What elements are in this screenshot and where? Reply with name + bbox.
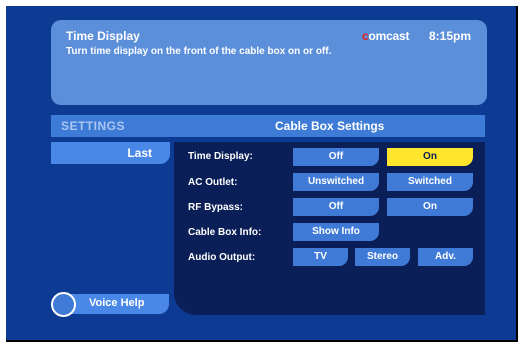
audio-tv-button[interactable]: TV (293, 248, 348, 266)
audio-adv-button[interactable]: Adv. (418, 248, 473, 266)
info-title: Time Display (66, 29, 140, 43)
ac-outlet-unswitched-button[interactable]: Unswitched (293, 173, 379, 191)
voice-help-icon (51, 292, 76, 317)
settings-header: SETTINGS Cable Box Settings (51, 115, 485, 137)
voice-help-button[interactable]: Voice Help (51, 292, 169, 317)
last-button[interactable]: Last (51, 142, 170, 164)
settings-title: Cable Box Settings (275, 119, 385, 133)
comcast-logo: comcast (362, 29, 410, 43)
audio-output-label: Audio Output: (188, 252, 256, 263)
clock-time: 8:15pm (429, 29, 472, 43)
info-panel: Time Display Turn time display on the fr… (51, 20, 487, 105)
show-info-button[interactable]: Show Info (293, 223, 379, 241)
time-display-off-button[interactable]: Off (293, 148, 379, 166)
rf-bypass-off-button[interactable]: Off (293, 198, 379, 216)
rf-bypass-label: RF Bypass: (188, 202, 244, 213)
voice-help-label: Voice Help (89, 297, 145, 309)
info-description: Turn time display on the front of the ca… (66, 46, 332, 57)
time-display-label: Time Display: (188, 151, 253, 162)
settings-label: SETTINGS (61, 119, 126, 133)
time-display-on-button[interactable]: On (387, 148, 473, 166)
cable-box-info-label: Cable Box Info: (188, 227, 262, 238)
ac-outlet-switched-button[interactable]: Switched (387, 173, 473, 191)
rf-bypass-on-button[interactable]: On (387, 198, 473, 216)
audio-stereo-button[interactable]: Stereo (355, 248, 410, 266)
ac-outlet-label: AC Outlet: (188, 177, 238, 188)
